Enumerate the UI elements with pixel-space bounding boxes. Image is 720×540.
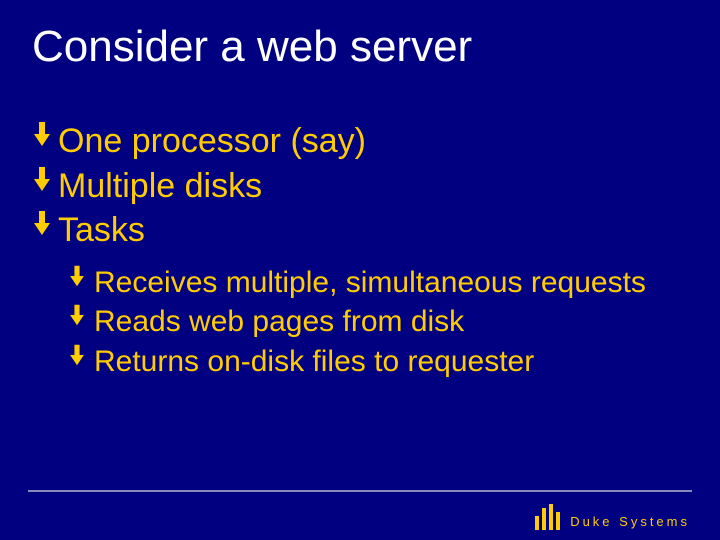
bullet-text: Tasks bbox=[58, 209, 680, 252]
bullet-l1: One processor (say) bbox=[32, 120, 680, 163]
bullet-text: Reads web pages from disk bbox=[94, 303, 680, 341]
bullet-text: Returns on-disk files to requester bbox=[94, 343, 680, 381]
footer-text: Duke Systems bbox=[570, 514, 690, 530]
bullet-text: One processor (say) bbox=[58, 120, 680, 163]
footer-brand: Duke Systems bbox=[535, 504, 690, 530]
bullet-l2: Returns on-disk files to requester bbox=[68, 343, 680, 381]
bullet-l2: Receives multiple, simultaneous requests bbox=[68, 264, 680, 302]
slide-title: Consider a web server bbox=[32, 22, 472, 72]
arrow-down-icon bbox=[68, 303, 94, 327]
bullet-text: Multiple disks bbox=[58, 165, 680, 208]
arrow-down-icon bbox=[32, 209, 58, 237]
bullet-text: Receives multiple, simultaneous requests bbox=[94, 264, 680, 302]
footer-divider bbox=[28, 490, 692, 492]
arrow-down-icon bbox=[32, 165, 58, 193]
arrow-down-icon bbox=[68, 264, 94, 288]
arrow-down-icon bbox=[68, 343, 94, 367]
slide-body: One processor (say) Multiple disks Tasks… bbox=[32, 120, 680, 382]
bullet-l2: Reads web pages from disk bbox=[68, 303, 680, 341]
slide: Consider a web server One processor (say… bbox=[0, 0, 720, 540]
bullet-l1: Tasks bbox=[32, 209, 680, 252]
logo-icon bbox=[535, 504, 560, 530]
arrow-down-icon bbox=[32, 120, 58, 148]
sub-bullets: Receives multiple, simultaneous requests… bbox=[32, 264, 680, 381]
bullet-l1: Multiple disks bbox=[32, 165, 680, 208]
